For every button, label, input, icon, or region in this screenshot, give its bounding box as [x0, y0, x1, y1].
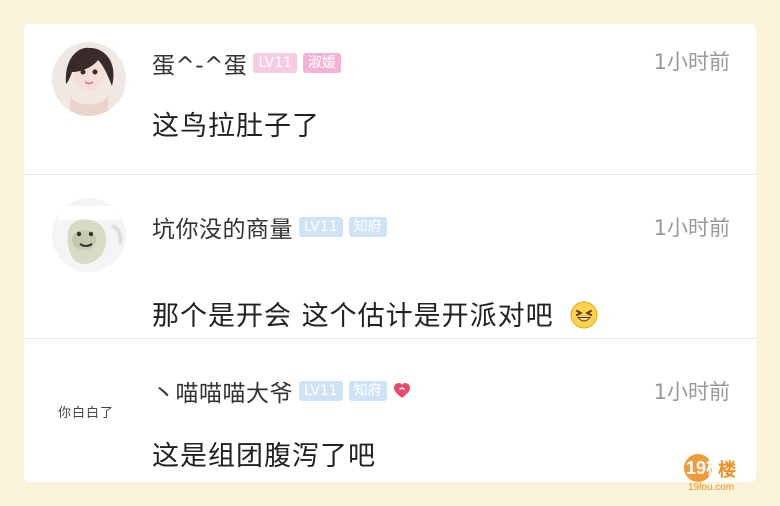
username[interactable]: 蛋^-^蛋 [152, 46, 247, 80]
avatar[interactable] [52, 198, 126, 272]
username[interactable]: 坑你没的商量 [152, 210, 293, 244]
watermark: 19楼 楼 19lou.com [678, 450, 768, 494]
heart-icon [393, 382, 411, 400]
level-badge: LV11 [299, 217, 343, 237]
avatar[interactable] [52, 42, 126, 116]
level-badge: LV11 [299, 381, 343, 401]
comment-item: 坑你没的商量 LV11 知府 1小时前 那个是开会 这个估计是开派对吧 [24, 174, 756, 339]
svg-text:楼: 楼 [718, 459, 736, 480]
avatar[interactable]: 你白白了 [52, 376, 126, 450]
laughing-emoji-icon [569, 300, 599, 330]
timestamp: 1小时前 [653, 50, 730, 74]
comment-text: 这鸟拉肚子了 [152, 111, 320, 142]
username-row: 坑你没的商量 LV11 知府 [152, 210, 387, 244]
level-badge: LV11 [253, 53, 297, 73]
title-badge: 知府 [348, 217, 387, 237]
comment-text-content: 那个是开会 这个估计是开派对吧 [152, 301, 554, 332]
comment-item: 蛋^-^蛋 LV11 淑媛 1小时前 这鸟拉肚子了 [24, 24, 756, 175]
comments-card: 蛋^-^蛋 LV11 淑媛 1小时前 这鸟拉肚子了 坑你没的商量 LV11 知府 [24, 24, 756, 482]
username-row: 丶喵喵喵大爷 LV11 知府 [152, 374, 411, 408]
comment-item: 你白白了 [24, 338, 756, 482]
title-badge: 知府 [348, 381, 387, 401]
username[interactable]: 丶喵喵喵大爷 [152, 374, 293, 408]
comment-text: 这是组团腹泻了吧 [152, 441, 376, 472]
username-row: 蛋^-^蛋 LV11 淑媛 [152, 46, 341, 80]
comment-text: 那个是开会 这个估计是开派对吧 [152, 294, 599, 333]
timestamp: 1小时前 [653, 216, 730, 240]
watermark-domain: 19lou.com [688, 482, 734, 493]
avatar-handwritten-text: 你白白了 [58, 406, 115, 421]
title-badge: 淑媛 [303, 53, 341, 73]
timestamp: 1小时前 [653, 380, 730, 404]
